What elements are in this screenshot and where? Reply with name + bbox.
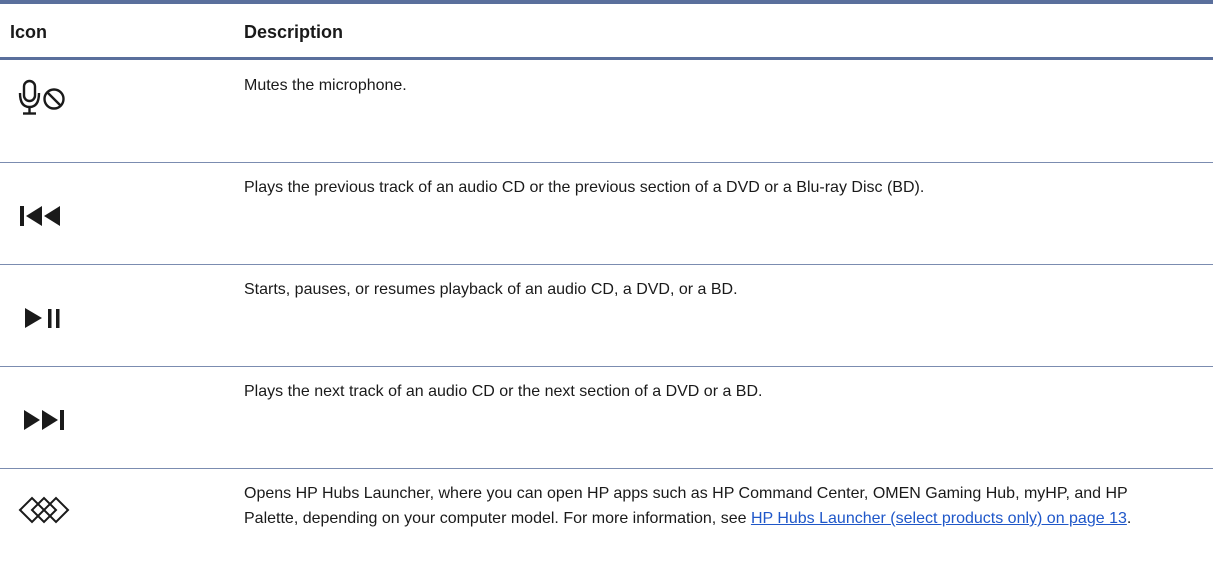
previous-track-icon	[18, 202, 98, 242]
next-track-icon	[18, 405, 98, 445]
table-row: Starts, pauses, or resumes playback of a…	[0, 265, 1213, 367]
header-icon: Icon	[10, 22, 48, 42]
hp-hubs-launcher-icon	[18, 493, 98, 533]
table-row: Plays the next track of an audio CD or t…	[0, 367, 1213, 469]
row-description: Starts, pauses, or resumes playback of a…	[244, 281, 738, 298]
hp-hubs-launcher-link[interactable]: HP Hubs Launcher (select products only) …	[751, 510, 1127, 527]
table-row: Opens HP Hubs Launcher, where you can op…	[0, 469, 1213, 579]
row-description: Plays the next track of an audio CD or t…	[244, 383, 763, 400]
table-header-row: Icon Description	[0, 4, 1213, 60]
mute-microphone-icon	[18, 78, 98, 118]
play-pause-icon	[18, 303, 98, 343]
table-row: Mutes the microphone.	[0, 60, 1213, 163]
row-description: Opens HP Hubs Launcher, where you can op…	[244, 481, 1173, 531]
row-description: Plays the previous track of an audio CD …	[244, 179, 925, 196]
row-description: Mutes the microphone.	[244, 77, 407, 94]
row-description-end: .	[1126, 510, 1132, 527]
header-description: Description	[244, 22, 344, 42]
function-keys-table: Icon Description Mutes the microphone. P…	[0, 0, 1213, 579]
table-row: Plays the previous track of an audio CD …	[0, 163, 1213, 265]
